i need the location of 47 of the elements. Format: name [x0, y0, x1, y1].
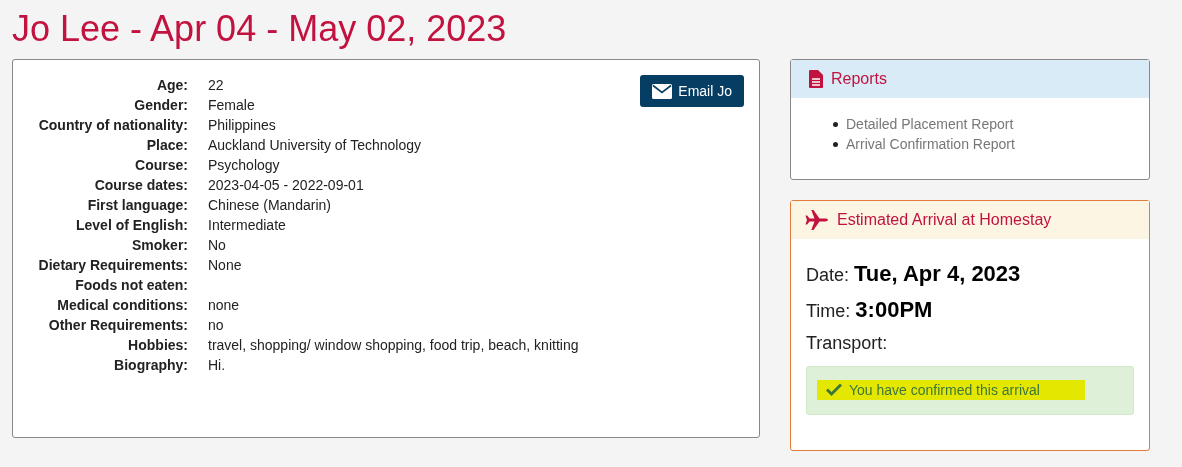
field-label: Course dates:: [93, 176, 188, 195]
field-value: none: [208, 296, 241, 315]
field-value: None: [208, 256, 243, 275]
envelope-icon: [652, 83, 673, 99]
airplane-icon: [805, 210, 829, 230]
bullet-icon: [833, 121, 838, 127]
field-value: Psychology: [208, 156, 281, 175]
transport-label: Transport:: [806, 333, 888, 354]
document-icon: [809, 70, 823, 88]
field-value: Hi.: [208, 356, 227, 375]
field-label: Dietary Requirements:: [37, 256, 188, 275]
date-label: Date:: [806, 265, 850, 286]
bullet-icon: [833, 141, 838, 147]
field-label: Age:: [155, 76, 188, 95]
field-value: Intermediate: [208, 216, 287, 235]
field-label: Place:: [145, 136, 188, 155]
confirmation-message: You have confirmed this arrival: [817, 380, 1085, 400]
field-value: no: [208, 316, 225, 335]
report-link[interactable]: Arrival Confirmation Report: [846, 134, 1015, 154]
field-value: Female: [208, 96, 256, 115]
field-label: First language:: [86, 196, 188, 215]
field-value: Philippines: [208, 116, 277, 135]
field-label: Course:: [134, 156, 188, 175]
field-value: Auckland University of Technology: [208, 136, 422, 155]
field-label: Medical conditions:: [56, 296, 188, 315]
field-value: 22: [208, 76, 225, 95]
field-label: Gender:: [133, 96, 188, 115]
panel-title: Estimated Arrival at Homestay: [837, 211, 1052, 229]
arrival-date: Tue, Apr 4, 2023: [854, 261, 1021, 287]
field-value: No: [208, 236, 227, 255]
panel-title: Reports: [831, 70, 888, 88]
email-button[interactable]: Email Jo: [640, 75, 744, 107]
field-label: Smoker:: [130, 236, 188, 255]
arrival-time: 3:00PM: [855, 297, 933, 323]
field-label: Other Requirements:: [47, 316, 188, 335]
field-label: Hobbies:: [127, 336, 188, 355]
field-label: Country of nationality:: [37, 116, 188, 135]
field-value: travel, shopping/ window shopping, food trip, beach, knitting: [208, 336, 579, 355]
checkmark-icon: [825, 383, 843, 397]
report-link[interactable]: Detailed Placement Report: [846, 114, 1014, 134]
time-label: Time:: [806, 301, 851, 322]
field-label: Level of English:: [75, 216, 188, 235]
field-label: Biography:: [113, 356, 188, 375]
page-title: Jo Lee - Apr 04 - May 02, 2023: [11, 7, 508, 50]
field-label: Foods not eaten:: [74, 276, 188, 295]
field-value: Chinese (Mandarin): [208, 196, 332, 215]
field-value: 2023-04-05 - 2022-09-01: [208, 176, 365, 195]
